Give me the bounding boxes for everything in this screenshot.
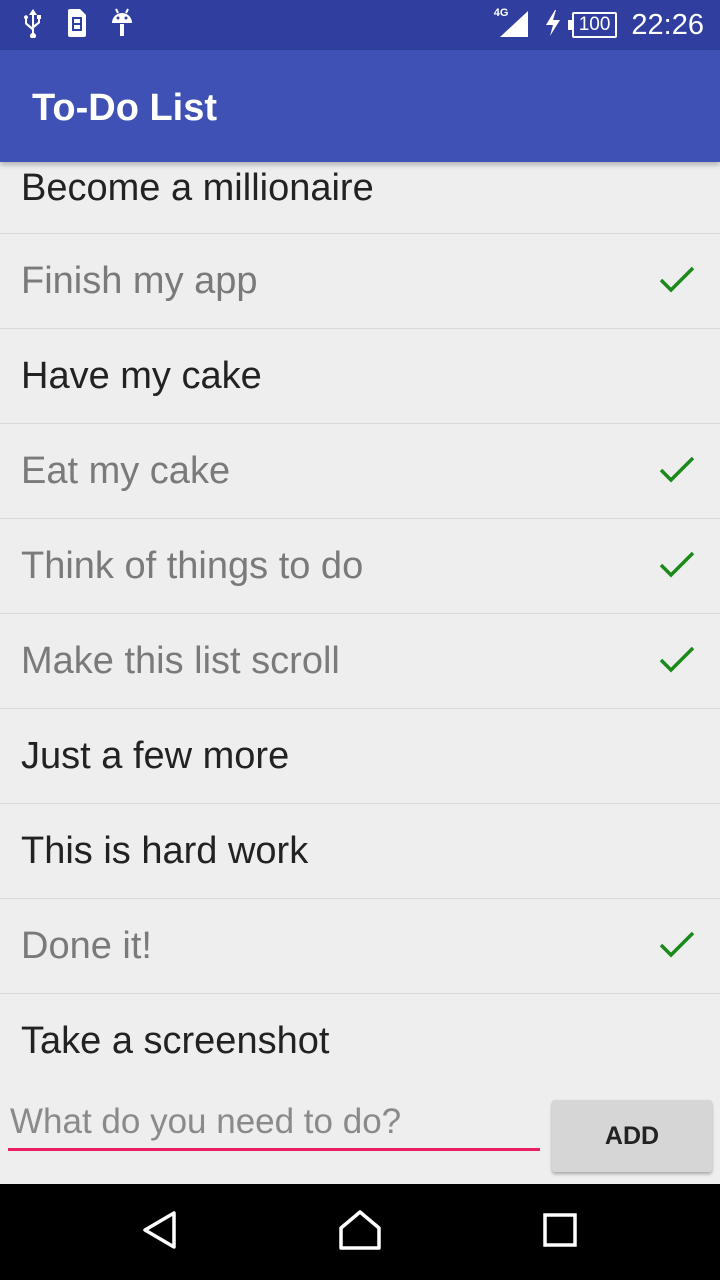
back-icon [140, 1210, 180, 1255]
checkmark-icon [658, 264, 696, 296]
notification-icons [22, 8, 134, 42]
todo-item[interactable]: Eat my cake [0, 424, 720, 519]
recents-button[interactable] [510, 1184, 610, 1280]
todo-item-label: Think of things to do [21, 544, 364, 587]
todo-item-label: Have my cake [21, 354, 262, 397]
android-debug-icon [110, 8, 134, 43]
todo-item-label: Eat my cake [21, 449, 231, 492]
checkmark-icon [658, 644, 696, 676]
app-bar: To-Do List [0, 50, 720, 162]
todo-item[interactable]: Have my cake [0, 329, 720, 424]
add-button[interactable]: ADD [552, 1100, 712, 1172]
navigation-bar [0, 1184, 720, 1280]
home-button[interactable] [310, 1184, 410, 1280]
clock: 22:26 [631, 8, 704, 41]
todo-item[interactable]: Just a few more [0, 709, 720, 804]
signal-icon: 4G [494, 5, 530, 45]
checkmark-icon [658, 929, 696, 961]
todo-item[interactable]: Make this list scroll [0, 614, 720, 709]
checkmark-icon [658, 454, 696, 486]
todo-item-label: Done it! [21, 924, 152, 967]
recents-icon [542, 1212, 578, 1253]
todo-item[interactable]: Done it! [0, 899, 720, 994]
usb-icon [22, 8, 44, 43]
todo-item[interactable]: Think of things to do [0, 519, 720, 614]
checkmark-icon [658, 549, 696, 581]
charging-icon [544, 9, 562, 42]
todo-item-label: Finish my app [21, 259, 258, 302]
new-task-input[interactable] [8, 1096, 540, 1151]
sim-notification-icon [66, 8, 88, 43]
battery-level: 100 [571, 12, 618, 38]
todo-item-label: Become a millionaire [21, 167, 374, 209]
todo-item-label: Just a few more [21, 734, 290, 777]
todo-item[interactable]: Take a screenshot [0, 994, 720, 1086]
todo-list[interactable]: Become a millionaire Finish my app Have … [0, 134, 720, 1086]
home-icon [338, 1208, 382, 1257]
app-title: To-Do List [32, 87, 218, 129]
todo-item-label: Make this list scroll [21, 639, 340, 682]
new-task-row: ADD [0, 1086, 720, 1184]
back-button[interactable] [110, 1184, 210, 1280]
todo-item-label: This is hard work [21, 829, 309, 872]
todo-item[interactable]: Finish my app [0, 234, 720, 329]
system-status: 4G 100 22:26 [494, 0, 704, 50]
todo-item-label: Take a screenshot [21, 1019, 330, 1062]
todo-item[interactable]: This is hard work [0, 804, 720, 899]
status-bar: 4G 100 22:26 [0, 0, 720, 50]
battery-icon: 100 [567, 12, 618, 38]
